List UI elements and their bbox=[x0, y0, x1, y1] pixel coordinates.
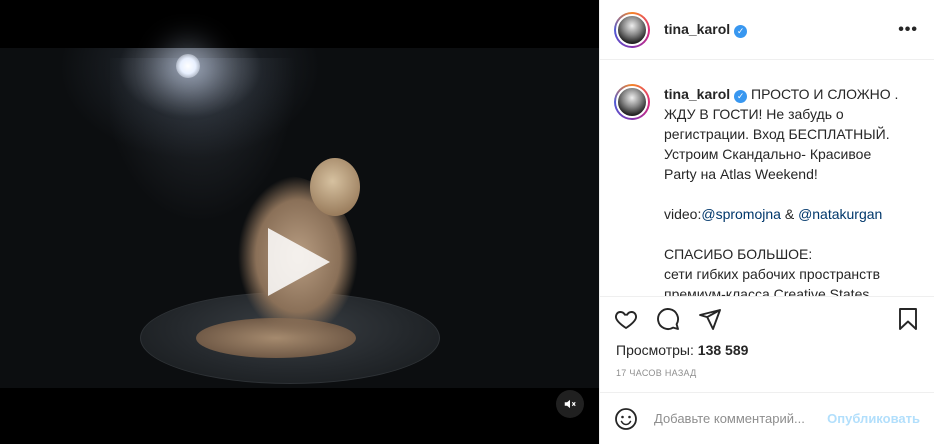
caption-text: tina_karol ✓ ПРОСТО И СЛОЖНО . ЖДУ В ГОСТ… bbox=[664, 84, 904, 296]
verified-icon: ✓ bbox=[734, 90, 748, 103]
post-header: tina_karol ✓ ••• bbox=[600, 0, 934, 60]
avatar[interactable] bbox=[614, 11, 650, 48]
play-icon[interactable] bbox=[268, 228, 330, 296]
emoji-icon[interactable] bbox=[614, 407, 638, 431]
comment-icon[interactable] bbox=[656, 307, 680, 331]
figure-head bbox=[310, 158, 360, 216]
media-panel bbox=[0, 0, 599, 444]
publish-button[interactable]: Опубликовать bbox=[827, 411, 920, 426]
username-text[interactable]: tina_karol bbox=[664, 21, 730, 37]
verified-icon: ✓ bbox=[734, 25, 748, 38]
spotlight bbox=[176, 54, 200, 78]
caption-username[interactable]: tina_karol bbox=[664, 86, 730, 102]
comment-bar: Опубликовать bbox=[600, 392, 934, 444]
mute-icon[interactable] bbox=[556, 390, 584, 418]
heart-icon[interactable] bbox=[614, 307, 638, 331]
ampersand: & bbox=[780, 206, 799, 222]
views-label: Просмотры: bbox=[616, 342, 694, 358]
video-prefix: video: bbox=[664, 206, 702, 222]
thanks-line: сети гибких рабочих пространств премиум-… bbox=[664, 266, 881, 296]
mention-link[interactable]: @spromojna bbox=[701, 206, 781, 222]
post-sidebar: tina_karol ✓ ••• tina_karol ✓ ПРОСТО И СЛО… bbox=[599, 0, 934, 444]
caption-credits: video:@spromojna & @natakurgan bbox=[664, 204, 904, 224]
post-username[interactable]: tina_karol ✓ bbox=[664, 21, 748, 38]
comment-input[interactable] bbox=[654, 411, 818, 426]
views-value: 138 589 bbox=[697, 342, 749, 358]
caption-area: tina_karol ✓ ПРОСТО И СЛОЖНО . ЖДУ В ГОСТ… bbox=[600, 60, 934, 296]
video-player[interactable] bbox=[0, 48, 599, 418]
more-options-icon[interactable]: ••• bbox=[898, 21, 918, 39]
thanks-title: СПАСИБО БОЛЬШОЕ: bbox=[664, 246, 813, 262]
action-bar bbox=[600, 296, 934, 340]
caption-avatar[interactable] bbox=[614, 84, 650, 120]
mention-link[interactable]: @natakurgan bbox=[798, 206, 882, 222]
view-count: Просмотры: 138 589 bbox=[600, 340, 934, 362]
share-icon[interactable] bbox=[698, 307, 722, 331]
post-timestamp[interactable]: 17 часов назад bbox=[600, 362, 934, 386]
bookmark-icon[interactable] bbox=[896, 307, 920, 331]
